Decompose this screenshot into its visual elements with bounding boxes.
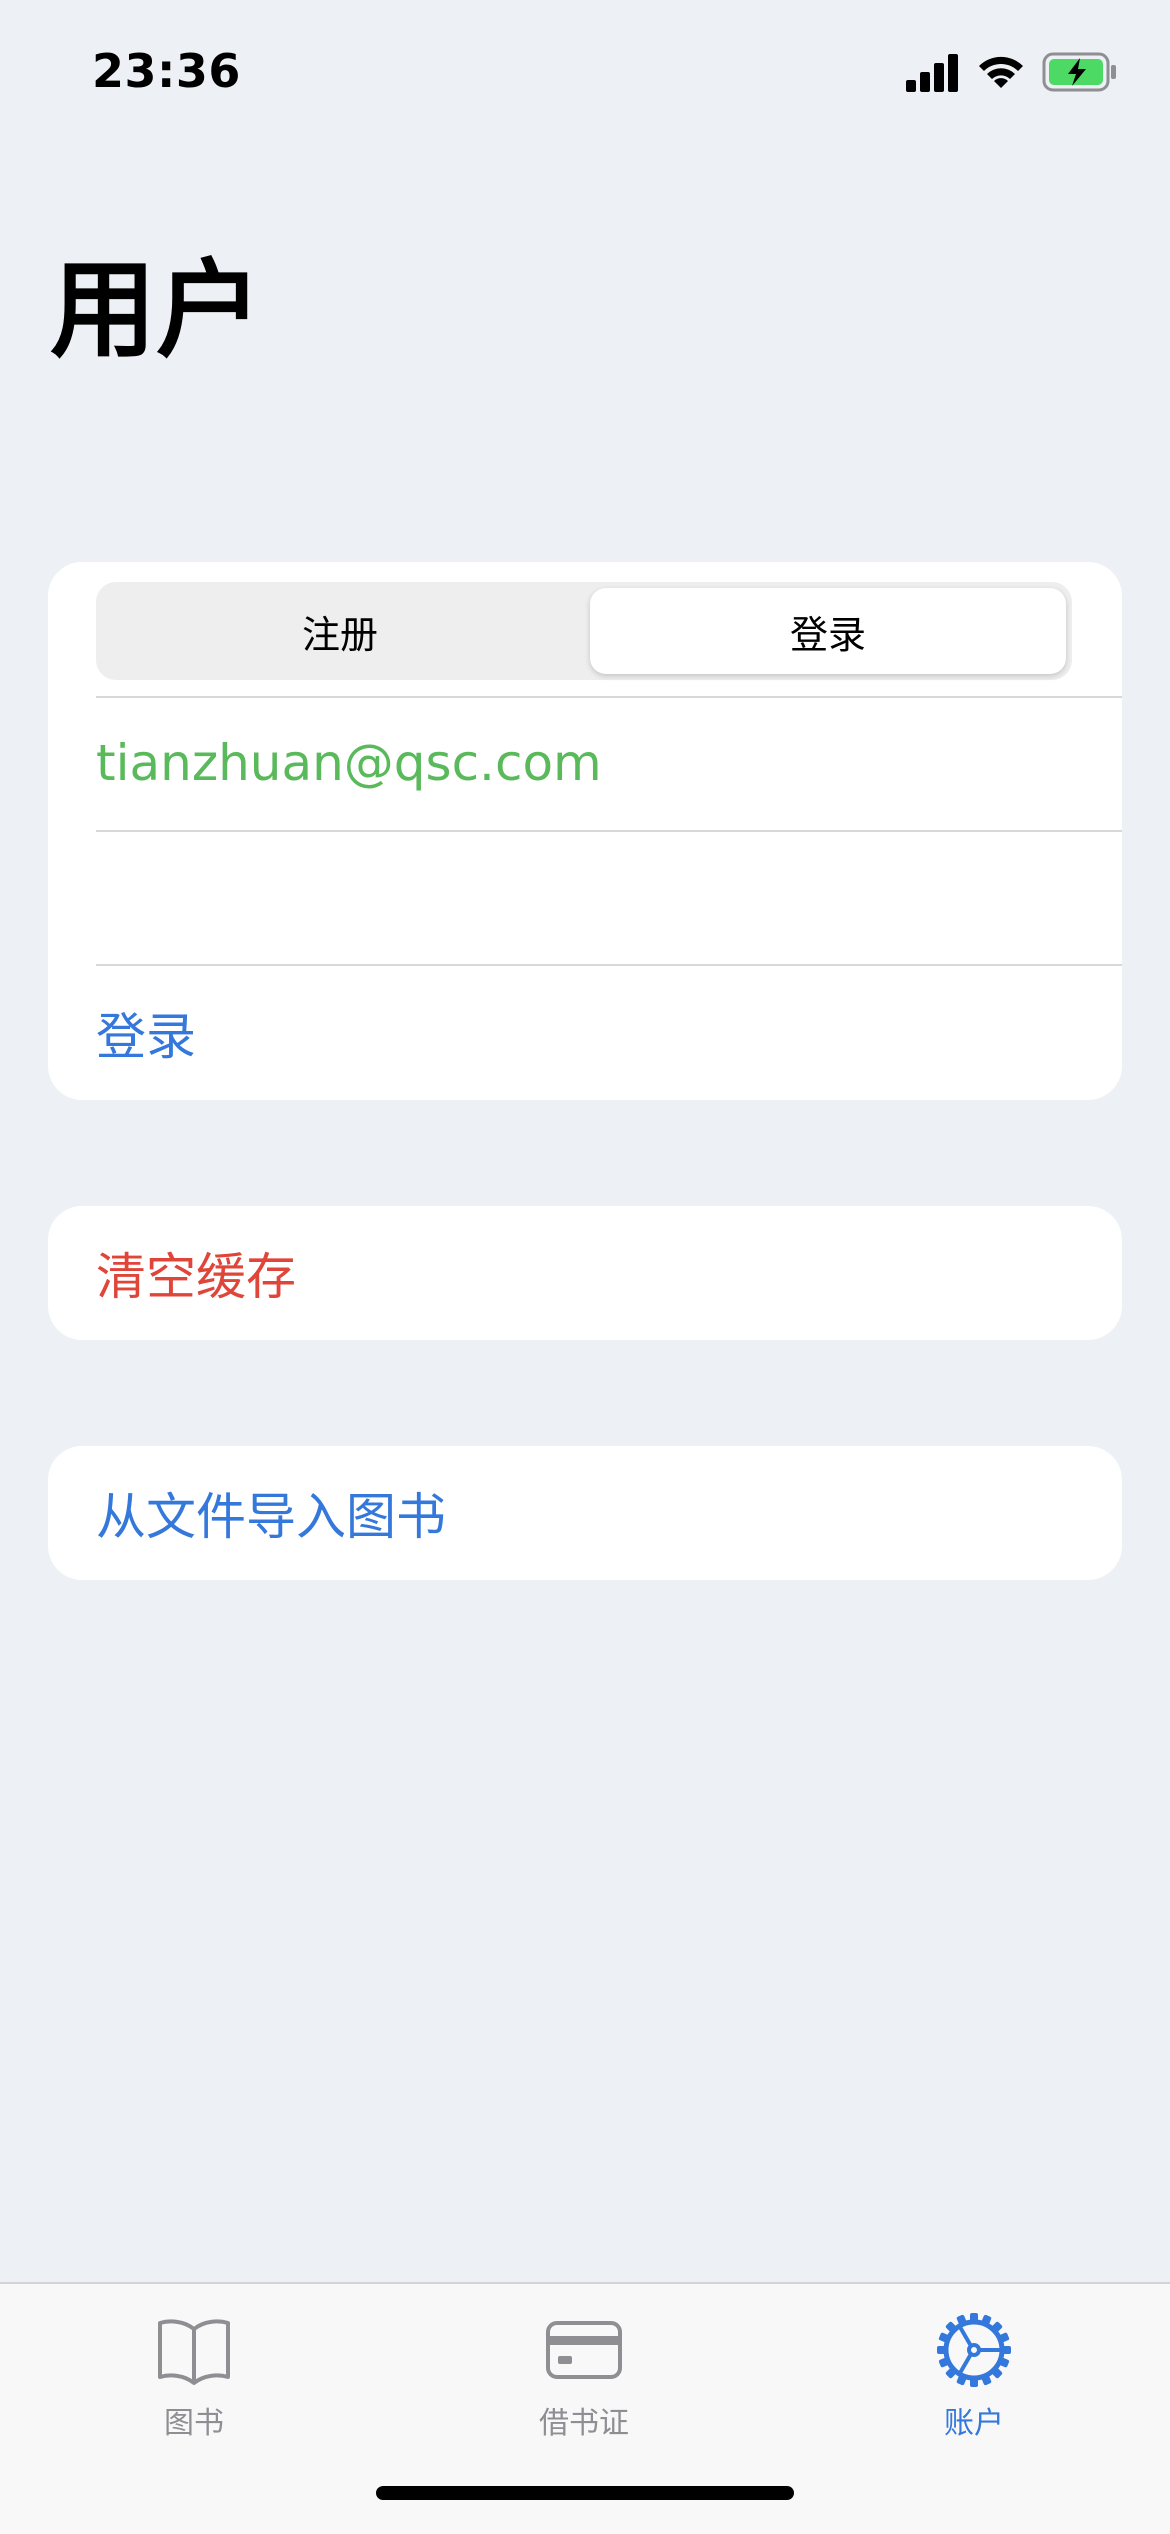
battery-charging-icon — [1042, 52, 1116, 92]
cellular-signal-icon — [906, 54, 958, 92]
clear-cache-card: 清空缓存 — [48, 1206, 1122, 1340]
segment-register[interactable]: 注册 — [102, 588, 578, 674]
gear-icon — [936, 2312, 1012, 2388]
clear-cache-button[interactable]: 清空缓存 — [96, 1206, 296, 1340]
card-icon — [545, 2312, 623, 2388]
register-login-segmented-control[interactable]: 注册 登录 — [96, 582, 1072, 680]
tab-library-card[interactable]: 借书证 — [464, 2312, 704, 2452]
import-books-button[interactable]: 从文件导入图书 — [96, 1446, 446, 1580]
password-field[interactable] — [96, 832, 1092, 966]
tab-books[interactable]: 图书 — [74, 2312, 314, 2452]
email-field[interactable]: tianzhuan@qsc.com — [96, 734, 602, 792]
login-card: 注册 登录 tianzhuan@qsc.com 登录 — [48, 562, 1122, 1100]
segment-login[interactable]: 登录 — [590, 588, 1066, 674]
tab-account-label: 账户 — [944, 2406, 1004, 2441]
book-icon — [156, 2312, 232, 2388]
tab-books-label: 图书 — [164, 2406, 224, 2441]
page-title: 用户 — [50, 249, 262, 372]
status-icons — [906, 52, 1116, 96]
import-books-card: 从文件导入图书 — [48, 1446, 1122, 1580]
login-button[interactable]: 登录 — [96, 966, 1092, 1100]
password-row — [96, 832, 1092, 966]
home-indicator[interactable] — [376, 2486, 794, 2500]
tab-account[interactable]: 账户 — [854, 2312, 1094, 2452]
wifi-icon — [979, 56, 1023, 88]
status-time: 23:36 — [92, 44, 241, 98]
tab-library-card-label: 借书证 — [539, 2406, 629, 2441]
email-row: tianzhuan@qsc.com — [96, 696, 1092, 830]
